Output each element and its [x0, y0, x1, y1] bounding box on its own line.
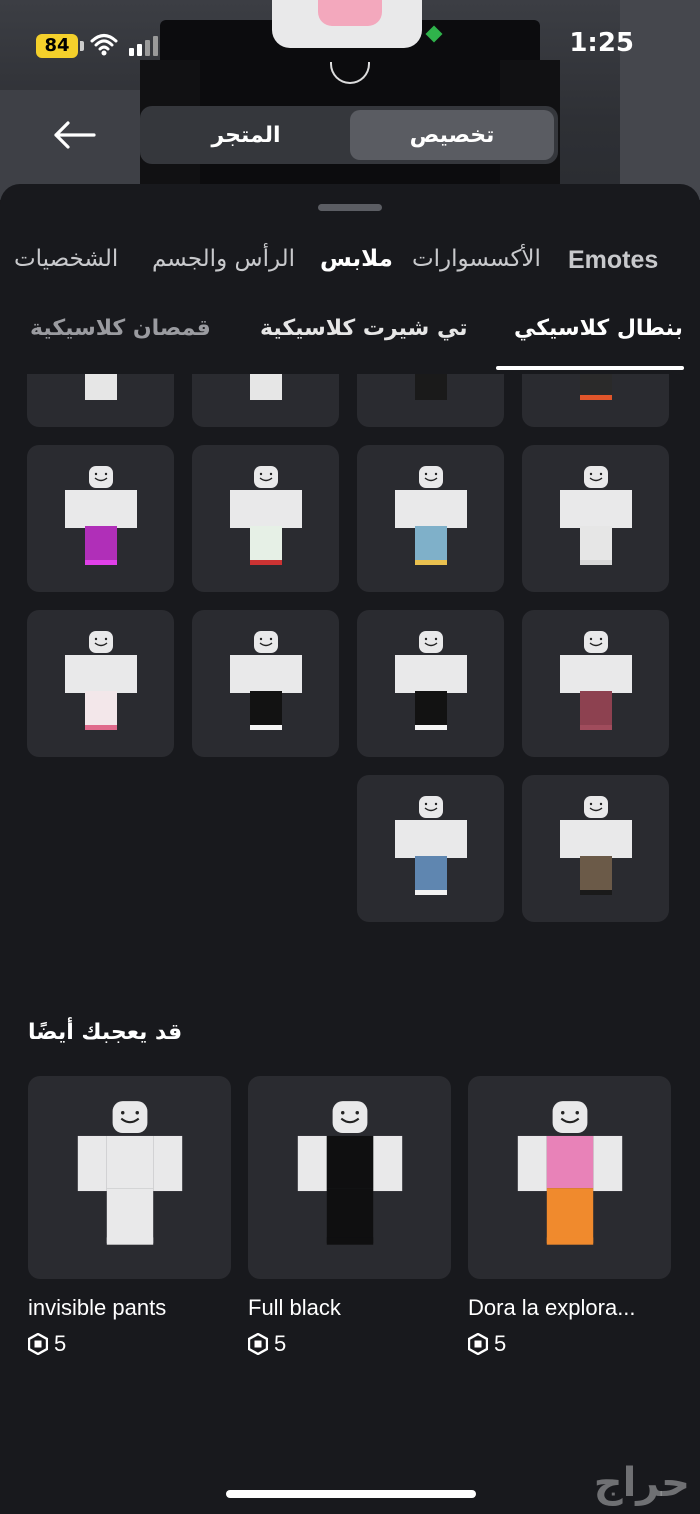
status-bar: 84 1:25: [0, 22, 700, 70]
avatar-figure: [64, 465, 137, 565]
category-tabs: الشخصيات الرأس والجسم ملابس الأكسسوارات …: [0, 246, 700, 286]
avatar-figure: [559, 630, 632, 730]
robux-icon: [248, 1333, 268, 1355]
sheet-drag-handle[interactable]: [318, 204, 382, 211]
clothing-item-tile[interactable]: [27, 374, 174, 427]
subtab-classic-shirts[interactable]: قمصان كلاسيكية: [30, 316, 211, 341]
customize-tab[interactable]: تخصيص: [350, 110, 554, 160]
home-indicator[interactable]: [226, 1490, 476, 1498]
recommended-title: قد يعجبك أيضًا: [28, 1020, 183, 1045]
subtab-classic-tshirts[interactable]: تي شيرت كلاسيكية: [260, 316, 467, 341]
clothing-subtabs: قمصان كلاسيكية تي شيرت كلاسيكية بنطال كل…: [0, 316, 700, 372]
item-name: invisible pants: [28, 1295, 167, 1320]
item-thumbnail[interactable]: [28, 1076, 231, 1279]
clock: 1:25: [569, 28, 634, 58]
active-subtab-indicator: [496, 366, 684, 370]
clothing-item-tile[interactable]: [522, 374, 669, 427]
clothing-item-tile[interactable]: [27, 610, 174, 757]
avatar-figure: [559, 465, 632, 565]
item-name: Full black: [248, 1295, 341, 1320]
item-thumbnail[interactable]: [248, 1076, 451, 1279]
item-price: 5: [248, 1331, 451, 1357]
item-thumbnail[interactable]: [468, 1076, 671, 1279]
cellular-signal-icon: [128, 36, 158, 56]
clothing-item-tile[interactable]: [357, 775, 504, 922]
robux-icon: [468, 1333, 488, 1355]
clothing-item-tile[interactable]: [192, 445, 339, 592]
wifi-icon: [90, 32, 118, 56]
clothing-item-tile[interactable]: [522, 775, 669, 922]
clothing-item-tile[interactable]: [522, 445, 669, 592]
battery-icon: 84: [36, 34, 78, 58]
avatar-figure: [229, 630, 302, 730]
clothing-item-tile[interactable]: [357, 610, 504, 757]
tab-characters[interactable]: الشخصيات: [14, 246, 118, 272]
avatar-figure: [249, 374, 282, 400]
store-tab[interactable]: المتجر: [144, 110, 348, 160]
tab-emotes[interactable]: Emotes: [568, 246, 658, 275]
item-name: Dora la explora...: [468, 1295, 636, 1320]
avatar-figure: [559, 795, 632, 895]
tab-head-body[interactable]: الرأس والجسم: [152, 246, 295, 272]
clothing-item-tile[interactable]: [192, 610, 339, 757]
avatar-figure: [394, 465, 467, 565]
mode-switcher: المتجر تخصيص: [140, 106, 558, 164]
clothing-item-tile[interactable]: [192, 374, 339, 427]
tab-accessories[interactable]: الأكسسوارات: [412, 246, 541, 272]
avatar-figure: [229, 465, 302, 565]
avatar-figure: [77, 1100, 182, 1245]
haraj-watermark: حراج: [593, 1460, 690, 1506]
recommended-item[interactable]: Dora la explora... 5: [468, 1076, 671, 1357]
item-grid: [0, 374, 700, 934]
item-price: 5: [28, 1331, 231, 1357]
clothing-item-tile[interactable]: [27, 445, 174, 592]
avatar-figure: [394, 795, 467, 895]
avatar-editor-panel: الشخصيات الرأس والجسم ملابس الأكسسوارات …: [0, 184, 700, 1514]
clothing-item-tile[interactable]: [357, 445, 504, 592]
avatar-figure: [394, 630, 467, 730]
item-price: 5: [468, 1331, 671, 1357]
avatar-figure: [297, 1100, 402, 1245]
recommended-item[interactable]: Full black 5: [248, 1076, 451, 1357]
avatar-figure: [579, 374, 612, 400]
clothing-item-tile[interactable]: [357, 374, 504, 427]
tab-clothing[interactable]: ملابس: [320, 246, 393, 272]
arrow-left-icon: [54, 121, 96, 149]
battery-tip: [80, 41, 84, 51]
robux-icon: [28, 1333, 48, 1355]
recommended-item[interactable]: invisible pants 5: [28, 1076, 231, 1357]
avatar-figure: [84, 374, 117, 400]
avatar-figure: [64, 630, 137, 730]
clothing-item-tile[interactable]: [522, 610, 669, 757]
avatar-figure: [517, 1100, 622, 1245]
subtab-classic-pants[interactable]: بنطال كلاسيكي: [514, 316, 683, 341]
back-button[interactable]: [46, 114, 102, 156]
avatar-figure: [414, 374, 447, 400]
